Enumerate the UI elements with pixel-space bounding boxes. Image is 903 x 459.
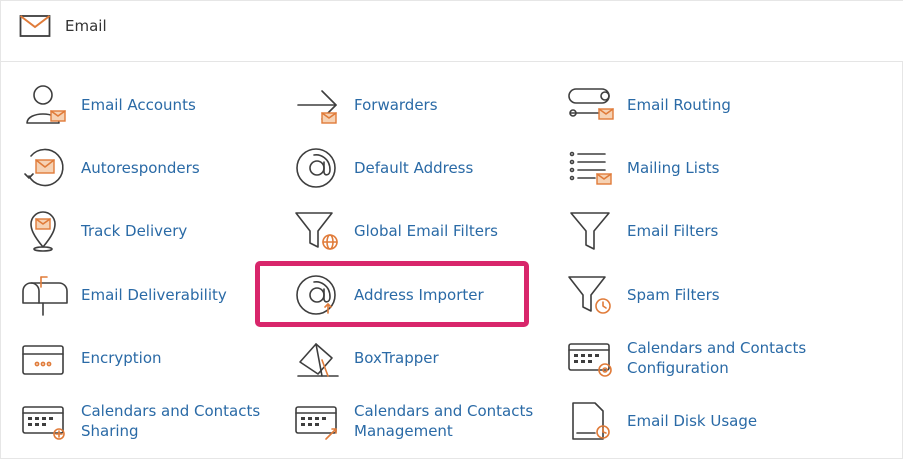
tool-label: Calendars and Contacts Management (354, 402, 534, 440)
at-sign-import-icon (292, 273, 344, 317)
tool-email-disk-usage[interactable]: Email Disk Usage (565, 393, 825, 449)
at-sign-icon (292, 146, 344, 190)
tool-label: Email Disk Usage (627, 412, 758, 430)
tool-label: Email Routing (627, 96, 731, 114)
tool-label: Encryption (81, 349, 162, 367)
calendar-share-icon (19, 399, 71, 443)
box-trap-icon (292, 336, 344, 380)
tool-address-importer[interactable]: Address Importer (292, 267, 552, 323)
mailbox-icon (19, 273, 71, 317)
tool-label: Email Deliverability (81, 286, 227, 304)
tool-label: Track Delivery (81, 222, 188, 240)
envelope-icon (19, 14, 51, 38)
tool-email-routing[interactable]: Email Routing (565, 77, 825, 133)
tool-email-filters[interactable]: Email Filters (565, 203, 825, 259)
tool-encryption[interactable]: Encryption (19, 330, 279, 386)
section-header: Email (1, 1, 903, 62)
email-panel: Email Email Accounts Forwarders Email Ro… (0, 0, 903, 459)
forward-arrow-icon (292, 83, 344, 127)
tool-label: Email Accounts (81, 96, 196, 114)
tool-label: Global Email Filters (354, 222, 498, 240)
tool-calendars-contacts-sharing[interactable]: Calendars and Contacts Sharing (19, 393, 279, 449)
tool-forwarders[interactable]: Forwarders (292, 77, 552, 133)
routing-icon (565, 83, 617, 127)
calendar-gear-icon (565, 336, 617, 380)
tool-label: BoxTrapper (354, 349, 439, 367)
calendar-manage-icon (292, 399, 344, 443)
tool-autoresponders[interactable]: Autoresponders (19, 140, 279, 196)
user-mail-icon (19, 83, 71, 127)
tool-calendars-contacts-configuration[interactable]: Calendars and Contacts Configuration (565, 330, 825, 386)
tool-boxtrapper[interactable]: BoxTrapper (292, 330, 552, 386)
tool-global-email-filters[interactable]: Global Email Filters (292, 203, 552, 259)
lock-box-icon (19, 336, 71, 380)
tool-label: Address Importer (354, 286, 484, 304)
funnel-globe-icon (292, 209, 344, 253)
tool-email-deliverability[interactable]: Email Deliverability (19, 267, 279, 323)
tool-label: Email Filters (627, 222, 719, 240)
tool-label: Default Address (354, 159, 474, 177)
autoresponder-icon (19, 146, 71, 190)
tool-label: Calendars and Contacts Configuration (627, 339, 807, 377)
tool-calendars-contacts-management[interactable]: Calendars and Contacts Management (292, 393, 552, 449)
tool-label: Forwarders (354, 96, 438, 114)
tool-label: Spam Filters (627, 286, 720, 304)
tool-track-delivery[interactable]: Track Delivery (19, 203, 279, 259)
tool-email-accounts[interactable]: Email Accounts (19, 77, 279, 133)
map-pin-mail-icon (19, 209, 71, 253)
disk-usage-icon (565, 399, 617, 443)
funnel-icon (565, 209, 617, 253)
tool-mailing-lists[interactable]: Mailing Lists (565, 140, 825, 196)
tool-label: Mailing Lists (627, 159, 720, 177)
funnel-clock-icon (565, 273, 617, 317)
tool-spam-filters[interactable]: Spam Filters (565, 267, 825, 323)
section-title: Email (65, 17, 107, 35)
tool-default-address[interactable]: Default Address (292, 140, 552, 196)
list-mail-icon (565, 146, 617, 190)
tool-label: Autoresponders (81, 159, 200, 177)
tool-label: Calendars and Contacts Sharing (81, 402, 261, 440)
